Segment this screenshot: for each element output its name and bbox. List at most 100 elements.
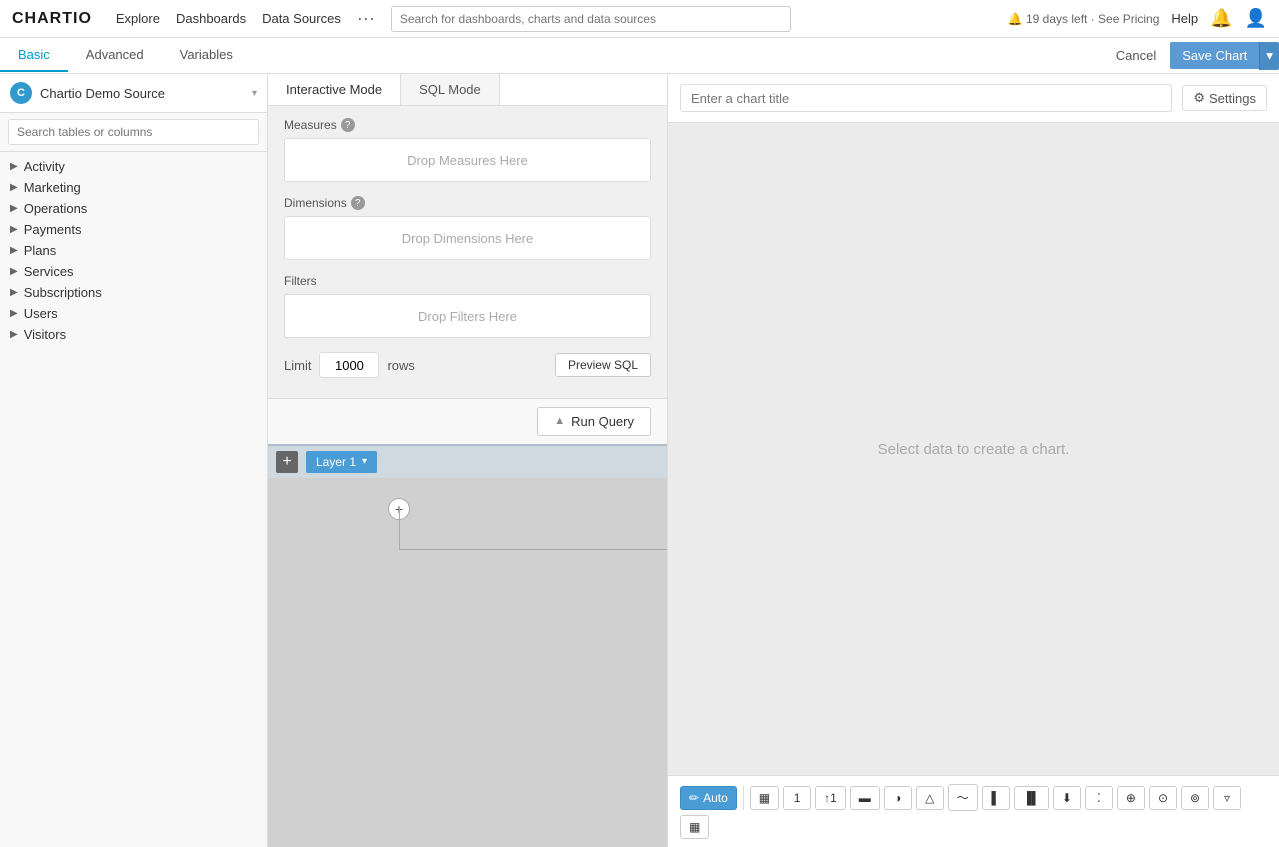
- rows-label: rows: [387, 358, 414, 373]
- run-icon: ▲: [554, 415, 565, 427]
- tree-item-marketing[interactable]: ▶Marketing: [0, 177, 267, 198]
- drop-measures-text: Drop Measures Here: [407, 153, 528, 168]
- column-chart-button[interactable]: ▌: [982, 786, 1010, 810]
- nav-right-area: 🔔 19 days left · See Pricing Help 🔔 👤: [1008, 8, 1267, 29]
- line-chart-button[interactable]: 〜: [948, 784, 978, 811]
- help-link[interactable]: Help: [1171, 11, 1198, 26]
- nav-dashboards[interactable]: Dashboards: [176, 11, 246, 26]
- gear-icon: ⚙: [1193, 90, 1205, 106]
- tab-advanced[interactable]: Advanced: [68, 39, 162, 72]
- column-icon: ▌: [992, 791, 1001, 805]
- filters-label: Filters: [284, 274, 651, 288]
- cancel-button[interactable]: Cancel: [1102, 42, 1170, 69]
- map1-icon: ⊙: [1158, 791, 1168, 805]
- bubble-button[interactable]: ⊕: [1117, 786, 1145, 810]
- pie-chart-button[interactable]: ◑: [884, 786, 912, 810]
- filters-drop-zone[interactable]: Drop Filters Here: [284, 294, 651, 338]
- measures-help-icon[interactable]: ?: [341, 118, 355, 132]
- main-layout: C Chartio Demo Source ▾ ▶Activity▶Market…: [0, 74, 1279, 847]
- dimensions-help-icon[interactable]: ?: [351, 196, 365, 210]
- chart-toolbar: ✏ Auto ▦ 1 ↑1 ▬ ◑ △ 〜: [668, 775, 1279, 847]
- tree-list: ▶Activity▶Marketing▶Operations▶Payments▶…: [0, 152, 267, 847]
- tree-item-payments[interactable]: ▶Payments: [0, 219, 267, 240]
- tree-caret-icon: ▶: [10, 224, 18, 235]
- trial-notice[interactable]: 🔔 19 days left · See Pricing: [1008, 12, 1160, 26]
- source-badge: C: [10, 82, 32, 104]
- source-name: Chartio Demo Source: [40, 86, 252, 101]
- chart-title-input[interactable]: [680, 84, 1172, 112]
- layer-1-tab[interactable]: Layer 1 ▾: [306, 451, 377, 473]
- app-logo: CHARTIO: [12, 10, 92, 28]
- filter-icon: ▿: [1224, 791, 1230, 805]
- tab-variables[interactable]: Variables: [162, 39, 251, 72]
- value-change-button[interactable]: ↑1: [815, 786, 846, 810]
- chart-empty-area: Select data to create a chart.: [668, 123, 1279, 775]
- interactive-mode-tab[interactable]: Interactive Mode: [268, 74, 401, 105]
- limit-row: Limit rows Preview SQL: [284, 352, 651, 378]
- tree-item-services[interactable]: ▶Services: [0, 261, 267, 282]
- preview-sql-button[interactable]: Preview SQL: [555, 353, 651, 377]
- save-chart-button[interactable]: Save Chart: [1170, 42, 1259, 69]
- canvas-line-h: [399, 509, 400, 549]
- mode-tabs: Interactive Mode SQL Mode: [268, 74, 667, 106]
- tree-caret-icon: ▶: [10, 287, 18, 298]
- single-value-icon: 1: [794, 791, 801, 805]
- nav-data-sources[interactable]: Data Sources: [262, 11, 341, 26]
- dimensions-drop-zone[interactable]: Drop Dimensions Here: [284, 216, 651, 260]
- line-icon: 〜: [957, 789, 969, 806]
- add-layer-button[interactable]: +: [276, 451, 298, 473]
- tree-item-users[interactable]: ▶Users: [0, 303, 267, 324]
- area-icon: △: [925, 791, 934, 805]
- tab-basic[interactable]: Basic: [0, 39, 68, 72]
- layers-bar: + Layer 1 ▾: [268, 444, 667, 478]
- run-query-bar: ▲ Run Query: [268, 398, 667, 444]
- table-chart-button[interactable]: ▦: [750, 786, 779, 810]
- nav-explore[interactable]: Explore: [116, 11, 160, 26]
- scatter-button[interactable]: ⁚: [1085, 786, 1113, 810]
- nav-more[interactable]: ···: [357, 8, 375, 29]
- measures-label: Measures ?: [284, 118, 651, 132]
- bubble-icon: ⊕: [1126, 791, 1136, 805]
- grouped-chart-button[interactable]: ▐▌: [1014, 786, 1049, 810]
- tree-item-activity[interactable]: ▶ Activity: [0, 156, 267, 177]
- save-chart-dropdown[interactable]: ▾: [1259, 42, 1279, 70]
- center-and-bottom: Interactive Mode SQL Mode Measures ? Dro…: [268, 74, 667, 847]
- funnel-button[interactable]: ⬇: [1053, 786, 1081, 810]
- tree-item-label: Plans: [24, 243, 57, 258]
- user-icon[interactable]: 👤: [1245, 8, 1267, 29]
- query-section: Interactive Mode SQL Mode Measures ? Dro…: [268, 74, 667, 444]
- global-search-input[interactable]: [391, 6, 791, 32]
- scatter-icon: ⁚: [1097, 791, 1101, 805]
- filter-button[interactable]: ▿: [1213, 786, 1241, 810]
- table-search-input[interactable]: [8, 119, 259, 145]
- bar-chart-button[interactable]: ▬: [850, 786, 880, 810]
- area-chart-button[interactable]: △: [916, 786, 944, 810]
- notifications-icon[interactable]: 🔔: [1210, 8, 1232, 29]
- map1-button[interactable]: ⊙: [1149, 786, 1177, 810]
- tree-item-label: Operations: [24, 201, 88, 216]
- image-icon: ▦: [689, 820, 700, 834]
- single-value-button[interactable]: 1: [783, 786, 811, 810]
- tree-item-operations[interactable]: ▶Operations: [0, 198, 267, 219]
- drop-dimensions-text: Drop Dimensions Here: [402, 231, 534, 246]
- top-nav: CHARTIO Explore Dashboards Data Sources …: [0, 0, 1279, 38]
- limit-input[interactable]: [319, 352, 379, 378]
- settings-button[interactable]: ⚙ Settings: [1182, 85, 1267, 111]
- map2-button[interactable]: ⊚: [1181, 786, 1209, 810]
- tree-item-visitors[interactable]: ▶Visitors: [0, 324, 267, 345]
- tree-caret-icon: ▶: [10, 161, 18, 172]
- tree-item-label: Activity: [24, 159, 65, 174]
- run-query-button[interactable]: ▲ Run Query: [537, 407, 651, 436]
- tree-item-label: Marketing: [24, 180, 81, 195]
- tree-item-label: Services: [24, 264, 74, 279]
- tree-item-subscriptions[interactable]: ▶Subscriptions: [0, 282, 267, 303]
- tree-item-plans[interactable]: ▶Plans: [0, 240, 267, 261]
- funnel-icon: ⬇: [1062, 791, 1072, 805]
- image-button[interactable]: ▦: [680, 815, 709, 839]
- sql-mode-tab[interactable]: SQL Mode: [401, 74, 500, 105]
- grouped-icon: ▐▌: [1023, 791, 1040, 805]
- map2-icon: ⊚: [1190, 791, 1200, 805]
- measures-drop-zone[interactable]: Drop Measures Here: [284, 138, 651, 182]
- source-selector[interactable]: C Chartio Demo Source ▾: [0, 74, 267, 113]
- auto-chart-button[interactable]: ✏ Auto: [680, 786, 737, 810]
